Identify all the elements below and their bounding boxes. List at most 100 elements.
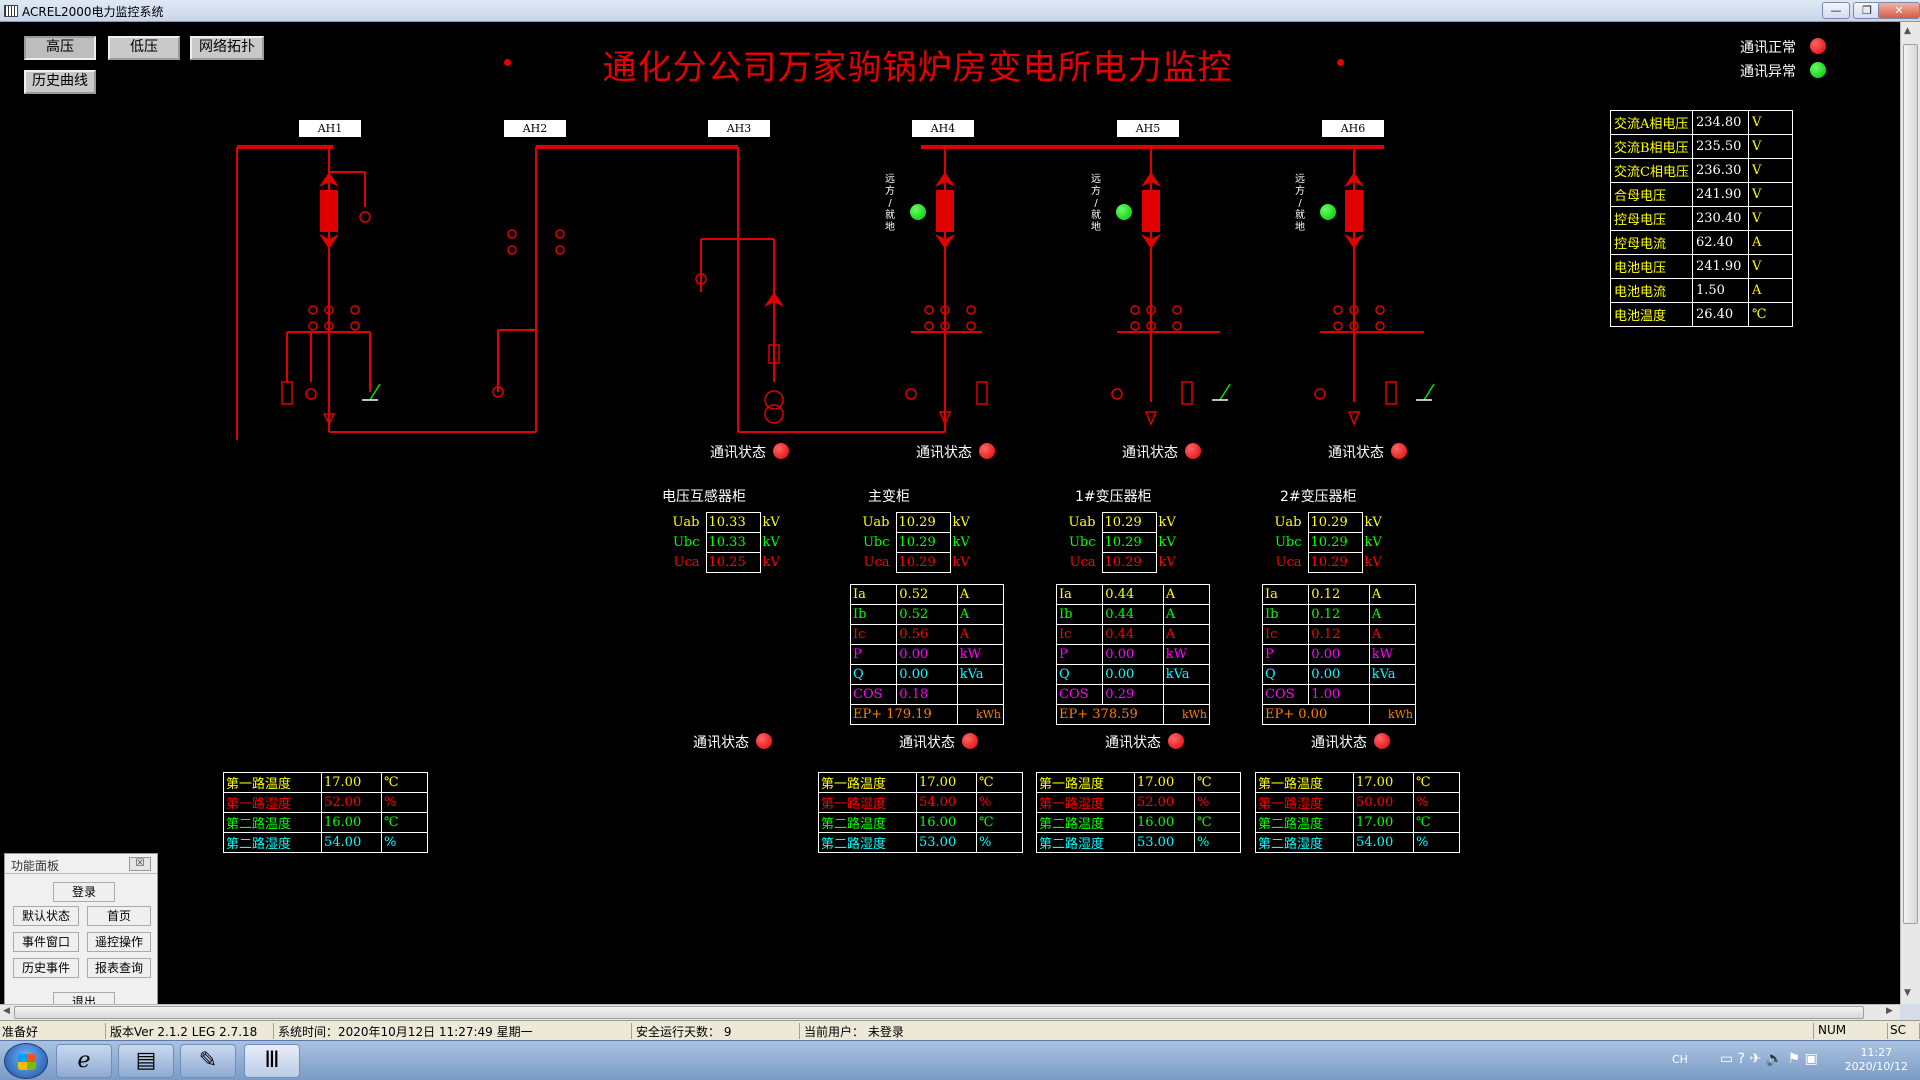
login-button[interactable]: 登录 [53,882,115,902]
power-name: Ia [849,584,898,605]
remote-local-label-ah5: 远 方 / 就 地 [1090,174,1102,234]
dc-param-name: 控母电压 [1610,206,1693,231]
scroll-down-icon[interactable]: ▼ [1904,988,1911,998]
sensor-name: 第一路湿度 [223,792,322,813]
sensor-value: 17.00 [916,772,977,793]
power-value: 0.52 [896,584,958,605]
power-row: Ib 0.52 A [849,604,1005,625]
remote-local-indicator-ah6[interactable] [1320,204,1336,220]
report-query-button[interactable]: 报表查询 [87,958,151,978]
start-button[interactable] [4,1043,48,1079]
history-event-button[interactable]: 历史事件 [13,958,79,978]
power-name: Ib [1261,604,1310,625]
power-row: Ia 0.44 A [1055,584,1211,605]
voltage-row: Ubc 10.29 kV [1066,532,1186,553]
sensor-unit: % [1194,832,1241,853]
dc-param-unit: V [1747,182,1793,207]
vertical-scroll-thumb[interactable] [1903,44,1918,924]
comm-status-dot [979,443,995,459]
remote-control-button[interactable]: 遥控操作 [87,932,151,952]
paint-taskbar-icon[interactable]: ✎ [180,1044,236,1078]
horizontal-scrollbar[interactable]: ◀ ▶ [0,1004,1900,1020]
status-ready: 准备好 [0,1023,106,1039]
temp-humidity-table: 第一路温度 17.00 ℃ 第一路湿度 50.00% 第二路温度 17.00 ℃ 第二路湿度 54… [1255,772,1460,853]
sensor-name: 第二路温度 [818,812,917,833]
voltage-value: 10.29 [1307,532,1363,553]
tray-clock[interactable]: 11:27 2020/10/12 [1845,1046,1908,1074]
close-icon[interactable]: ☒ [129,857,151,871]
voltage-unit: kV [1364,535,1382,550]
minimize-button[interactable]: — [1822,2,1850,19]
remote-local-indicator-ah4[interactable] [910,204,926,220]
dc-param-unit: V [1747,134,1793,159]
horizontal-scroll-thumb[interactable] [14,1006,1864,1019]
temp-humidity-row: 第二路温度 16.00 ℃ [223,812,428,833]
power-row: P 0.00 kW [849,644,1005,665]
voltage-row: Uca 10.29 kV [860,552,980,573]
comm-status-label: 通讯状态 [899,735,955,751]
scroll-right-icon[interactable]: ▶ [1886,1006,1893,1016]
dc-panel-row: 交流B相电压 235.50 V [1610,134,1793,159]
power-row: Ib 0.44 A [1055,604,1211,625]
voltage-row: Uab 10.29 kV [1066,512,1186,533]
scroll-up-icon[interactable]: ▲ [1904,26,1911,36]
vertical-scrollbar[interactable]: ▲ ▼ [1900,22,1920,1004]
power-value: 0.29 [1102,684,1164,705]
power-name: Ib [1055,604,1104,625]
comm-status-label: 通讯状态 [1328,445,1384,461]
rl-char: 方 [1091,186,1101,197]
voltage-row: Uca 10.29 kV [1272,552,1392,573]
window-title: ACREL2000电力监控系统 [22,5,164,19]
acrel-taskbar-icon[interactable]: Ⅲ [244,1044,300,1078]
power-name: P [1261,644,1310,665]
voltage-unit: kV [1158,515,1176,530]
event-window-button[interactable]: 事件窗口 [13,932,79,952]
power-row: COS 0.18 [849,684,1005,705]
temp-humidity-row: 第二路温度 17.00 ℃ [1255,812,1460,833]
dc-param-value: 236.30 [1691,158,1749,183]
temp-humidity-row: 第一路温度 17.00 ℃ [1255,772,1460,793]
power-unit: A [956,624,1005,645]
temp-humidity-row: 第二路温度 16.00 ℃ [818,812,1023,833]
energy-cell: EP+ 0.00 [1262,704,1370,725]
power-value: 0.12 [1308,604,1370,625]
sensor-value: 16.00 [916,812,977,833]
scroll-left-icon[interactable]: ◀ [3,1006,10,1016]
energy-value: 378.59 [1092,707,1138,722]
folder-taskbar-icon[interactable]: ▤ [118,1044,174,1078]
rl-char: 地 [885,222,895,233]
temp-humidity-row: 第二路湿度 53.00% [818,832,1023,853]
rl-char: / [888,198,892,209]
power-unit: A [1162,604,1211,625]
comm-status-dot [1185,443,1201,459]
home-button[interactable]: 首页 [87,906,151,926]
voltage-name: Uab [1274,515,1302,530]
power-name: Ia [1261,584,1310,605]
voltage-unit: kV [1158,535,1176,550]
comm-status-dot [1168,733,1184,749]
rl-char: 地 [1091,222,1101,233]
close-window-button[interactable]: ✕ [1878,2,1920,19]
temp-humidity-row: 第二路温度 16.00 ℃ [1036,812,1241,833]
maximize-button[interactable]: ❐ [1853,2,1881,19]
scada-canvas: 高压 低压 网络拓扑 历史曲线 通化分公司万家驹锅炉房变电所电力监控 通讯正常 … [0,22,1900,1004]
dc-param-name: 电池电流 [1610,278,1693,303]
power-unit [1368,684,1417,705]
remote-local-indicator-ah5[interactable] [1116,204,1132,220]
dc-param-value: 26.40 [1691,302,1749,327]
function-panel-header: 功能面板 ☒ [5,854,157,874]
voltage-row: Ubc 10.29 kV [1272,532,1392,553]
exit-button[interactable]: 退出 [53,992,115,1004]
voltage-value: 10.29 [1101,512,1157,533]
power-table: Ia 0.44 A Ib 0.44 A Ic 0.44 A P 0.00 kW Q 0.00 kVa COS 0… [1055,584,1211,725]
dc-panel-row: 交流C相电压 236.30 V [1610,158,1793,183]
language-indicator[interactable]: CH [1672,1053,1688,1066]
sensor-name: 第一路湿度 [1255,792,1354,813]
tray-icons[interactable]: ▭ ? ✈ 🔈 ⚑ ▣ [1720,1051,1818,1067]
default-state-button[interactable]: 默认状态 [13,906,79,926]
power-unit [1162,684,1211,705]
sensor-unit: ℃ [1413,812,1460,833]
temp-humidity-table: 第一路温度 17.00 ℃ 第一路湿度 52.00% 第二路温度 16.00 ℃ 第二路湿度 54… [223,772,428,853]
dc-panel-row: 交流A相电压 234.80 V [1610,110,1793,135]
browser-taskbar-icon[interactable]: ℯ [56,1044,112,1078]
